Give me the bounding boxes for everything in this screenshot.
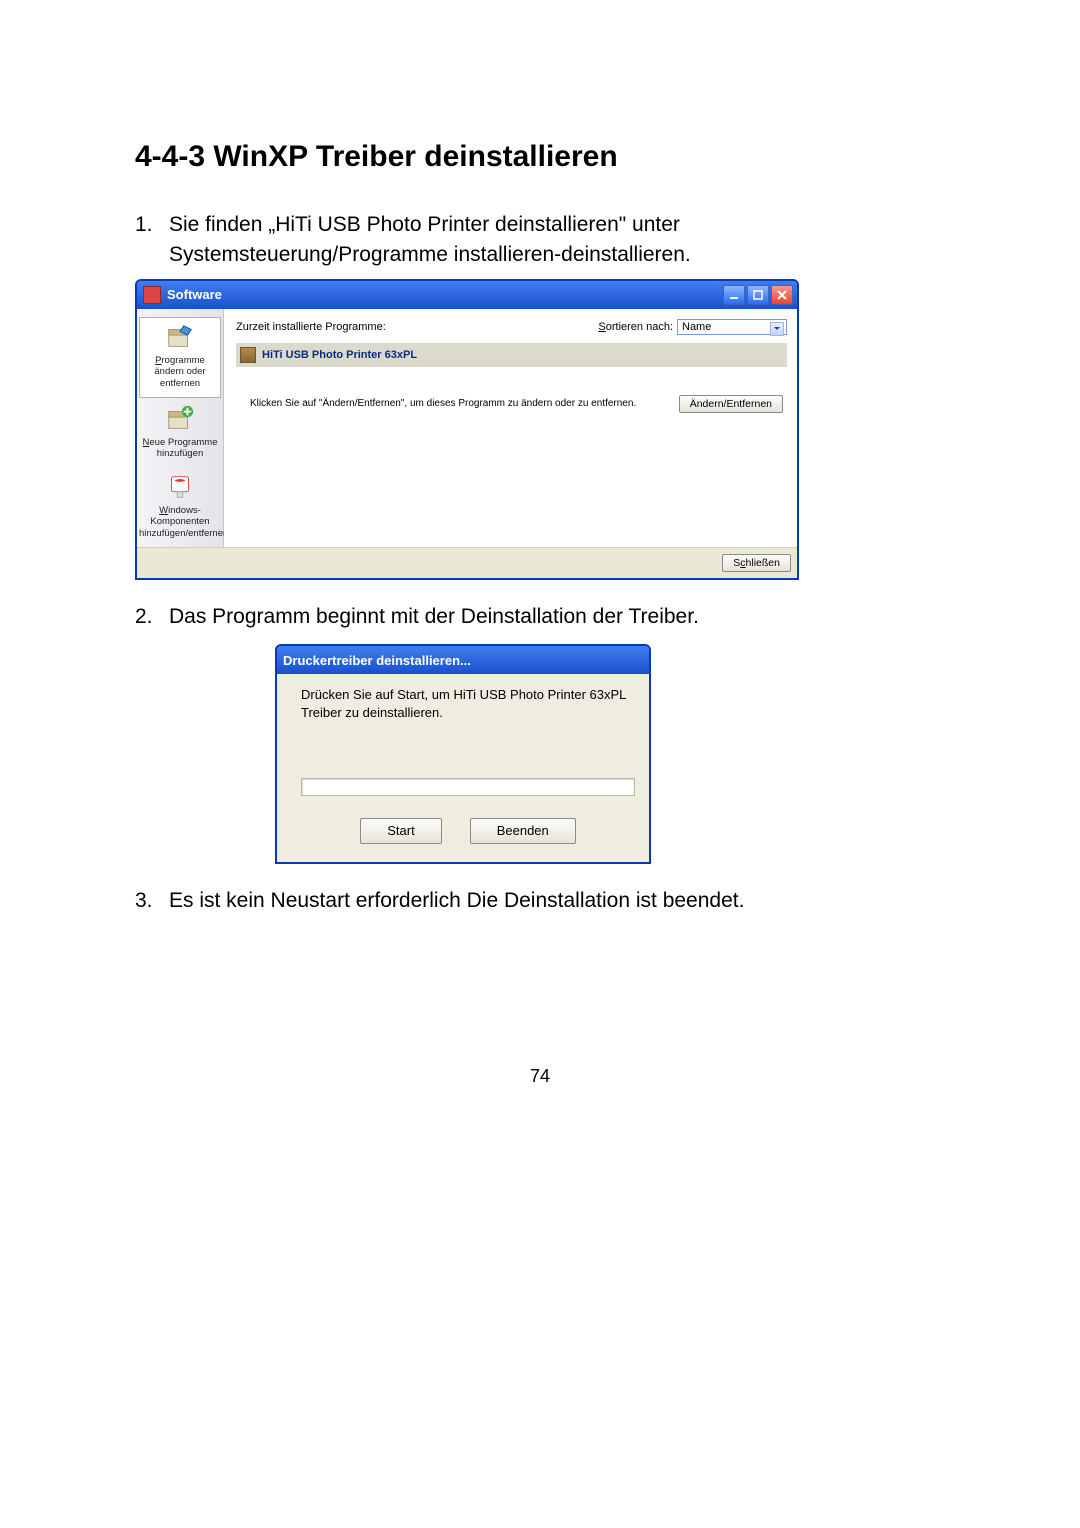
box-remove-icon [165,322,195,352]
step-1-text: Sie finden „HiTi USB Photo Printer deins… [169,210,945,271]
program-icon [240,347,256,363]
step-1: 1. Sie finden „HiTi USB Photo Printer de… [135,210,945,271]
sidebar-item-add-new[interactable]: Neue Programme hinzufügen [137,400,223,468]
dialog-title: Druckertreiber deinstallieren... [283,653,645,668]
sidebar-item-change-remove[interactable]: Programme ändern oder entfernen [139,317,221,398]
change-hint-text: Klicken Sie auf "Ändern/Entfernen", um d… [250,398,636,409]
sidebar-item-label: Windows-Komponenten hinzufügen/entfernen [139,505,221,539]
app-icon [143,286,161,304]
step-2-number: 2. [135,602,169,632]
sidebar-item-windows-components[interactable]: Windows-Komponenten hinzufügen/entfernen [137,468,223,547]
minimize-button[interactable] [723,285,745,305]
sort-dropdown[interactable]: Name [677,319,787,335]
sidebar-item-label: Programme ändern oder entfernen [142,355,218,389]
step-2: 2. Das Programm beginnt mit der Deinstal… [135,602,945,632]
sort-label: Sortieren nach: [598,321,673,333]
program-row[interactable]: HiTi USB Photo Printer 63xPL [236,343,787,367]
step-3: 3. Es ist kein Neustart erforderlich Die… [135,886,945,916]
windows-components-icon [165,472,195,502]
close-window-button[interactable]: Schließen [722,554,791,572]
box-add-icon [165,404,195,434]
quit-button[interactable]: Beenden [470,818,576,844]
dialog-titlebar: Druckertreiber deinstallieren... [277,646,649,674]
minimize-icon [729,290,739,300]
close-button[interactable] [771,285,793,305]
program-name: HiTi USB Photo Printer 63xPL [262,349,417,361]
step-3-text: Es ist kein Neustart erforderlich Die De… [169,886,945,916]
page-number: 74 [135,1066,945,1087]
section-heading: 4-4-3 WinXP Treiber deinstallieren [135,140,945,174]
progress-bar [301,778,635,796]
sidebar: Programme ändern oder entfernen Neue Pro… [137,309,224,547]
maximize-icon [753,290,763,300]
uninstall-dialog: Druckertreiber deinstallieren... Drücken… [275,644,651,864]
content-area: Zurzeit installierte Programme: Sortiere… [224,309,797,547]
dialog-body-text: Drücken Sie auf Start, um HiTi USB Photo… [301,686,635,778]
titlebar: Software [137,281,797,309]
step-2-text: Das Programm beginnt mit der Deinstallat… [169,602,945,632]
step-3-number: 3. [135,886,169,916]
window-title: Software [167,287,723,302]
software-window: Software Programme ändern od [135,279,799,580]
change-remove-button[interactable]: Ändern/Entfernen [679,395,783,413]
installed-programs-label: Zurzeit installierte Programme: [236,321,598,333]
step-1-number: 1. [135,210,169,271]
maximize-button[interactable] [747,285,769,305]
sidebar-item-label: Neue Programme hinzufügen [139,437,221,460]
close-icon [777,290,787,300]
start-button[interactable]: Start [360,818,441,844]
